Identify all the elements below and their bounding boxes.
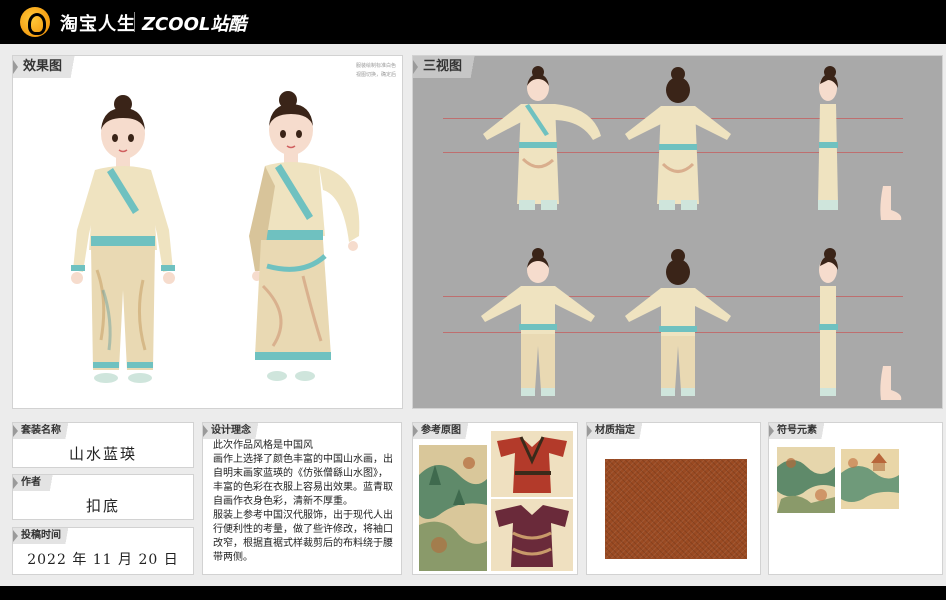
material-label: 材质指定 xyxy=(587,423,655,439)
concept-text: 此次作品风格是中国风 画作上选择了颜色丰富的中国山水画，出自明末画家蓝瑛的《仿张… xyxy=(213,439,395,565)
suit-name-panel: 套装名称 山水蓝瑛 xyxy=(12,422,194,468)
back-view-figure-alt xyxy=(625,249,731,396)
author-label: 作者 xyxy=(13,475,61,491)
back-view-figure xyxy=(625,67,731,210)
material-panel: 材质指定 xyxy=(586,422,761,575)
symbol-label: 符号元素 xyxy=(769,423,837,439)
effect-panel: 效果图 服装绘制标准白色 视图切换，确定后 xyxy=(12,55,403,409)
effect-note-line2: 视图切换，确定后 xyxy=(355,72,396,78)
front-view-figure-alt xyxy=(481,248,595,396)
foot-reference-icon-alt xyxy=(880,366,902,400)
author-value: 扣底 xyxy=(85,497,120,515)
date-value: 2022 年 11 月 20 日 xyxy=(27,552,179,568)
side-view-figure xyxy=(818,66,838,210)
symbol-element-image-2 xyxy=(841,449,899,509)
top-bar: 淘宝人生 ZCOOL站酷 xyxy=(0,0,946,44)
symbol-panel: 符号元素 xyxy=(768,422,943,575)
angled-figure-image xyxy=(249,91,360,381)
reference-label: 参考原图 xyxy=(413,423,481,439)
front-figure-image xyxy=(71,95,175,383)
brand-name: 淘宝人生 xyxy=(60,14,136,35)
author-panel: 作者 扣底 xyxy=(12,474,194,520)
fabric-texture-swatch xyxy=(605,459,747,559)
dark-robe-reference-image xyxy=(491,499,573,571)
concept-paragraph-2: 画作上选择了颜色丰富的中国山水画，出自明末画家蓝瑛的《仿张僧繇山水图》，丰富的色… xyxy=(213,454,393,507)
effect-note: 服装绘制标准白色 视图切换，确定后 xyxy=(356,62,396,80)
concept-label: 设计理念 xyxy=(203,423,271,439)
three-view-panel: 三视图 xyxy=(412,55,943,409)
symbol-element-image-1 xyxy=(777,447,835,513)
zcool-logo: ZCOOL站酷 xyxy=(142,14,247,35)
front-view-figure xyxy=(483,66,601,210)
side-view-figure-alt xyxy=(819,248,838,396)
date-label: 投稿时间 xyxy=(13,528,81,544)
bottom-bar xyxy=(0,586,946,600)
effect-title: 效果图 xyxy=(13,56,89,78)
concept-paragraph-3: 服装上参考中国汉代服饰，出于现代人出行便利性的考量，做了些许修改，将袖口改窄，根… xyxy=(213,510,393,563)
effect-note-line1: 服装绘制标准白色 xyxy=(355,63,396,69)
landscape-painting-image xyxy=(419,445,487,571)
suit-name-value: 山水蓝瑛 xyxy=(68,445,137,463)
foot-reference-icon xyxy=(880,186,902,220)
date-panel: 投稿时间 2022 年 11 月 20 日 xyxy=(12,527,194,575)
concept-paragraph-1: 此次作品风格是中国风 xyxy=(213,440,313,451)
reference-panel: 参考原图 xyxy=(412,422,578,575)
taobao-life-logo-icon xyxy=(20,7,50,37)
brand-divider xyxy=(134,12,135,32)
concept-panel: 设计理念 此次作品风格是中国风 画作上选择了颜色丰富的中国山水画，出自明末画家蓝… xyxy=(202,422,402,575)
red-robe-reference-image xyxy=(491,431,573,497)
suit-name-label: 套装名称 xyxy=(13,423,81,439)
